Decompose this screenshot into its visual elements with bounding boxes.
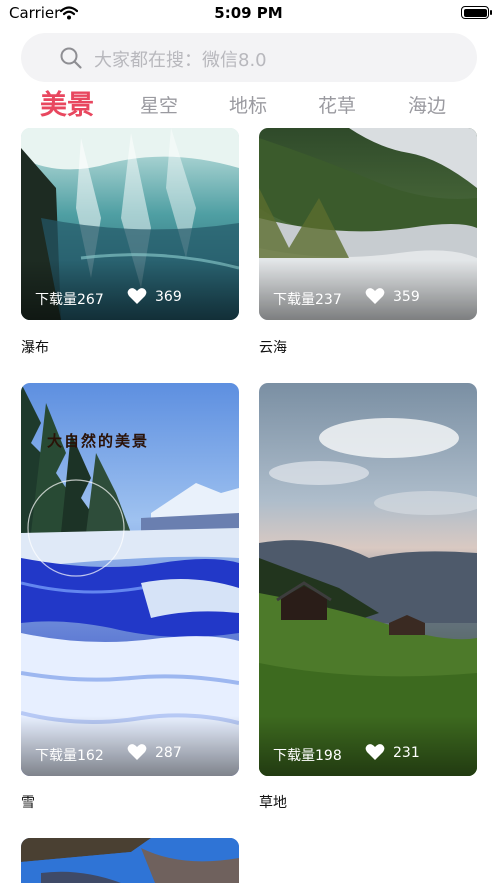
status-bar: Carrier 5:09 PM xyxy=(0,0,497,26)
tab-landmark[interactable]: 地标 xyxy=(229,86,267,128)
tab-starry-sky[interactable]: 星空 xyxy=(140,86,178,128)
download-count: 下载量267 xyxy=(35,292,104,308)
wallpaper-card-waterfall[interactable]: 下载量267 369 xyxy=(21,128,239,320)
wallpaper-title: 雪 xyxy=(21,795,35,811)
search-icon xyxy=(59,46,83,74)
clock: 5:09 PM xyxy=(214,4,283,22)
partial-image xyxy=(21,838,239,883)
like-count: 231 xyxy=(393,745,420,761)
tab-scenery[interactable]: 美景 xyxy=(40,86,94,128)
heart-icon[interactable] xyxy=(127,743,147,761)
download-count: 下载量198 xyxy=(273,748,342,764)
wallpaper-card-grassland[interactable]: 下载量198 231 xyxy=(259,383,477,776)
heart-icon[interactable] xyxy=(365,743,385,761)
image-overlay-text: 大自然的美景 xyxy=(47,432,150,450)
category-tabs: 美景 星空 地标 花草 海边 xyxy=(0,86,497,128)
download-count: 下载量237 xyxy=(273,292,342,308)
heart-icon[interactable] xyxy=(127,287,147,305)
wallpaper-card-partial[interactable] xyxy=(21,838,239,883)
wallpaper-title: 草地 xyxy=(259,795,287,811)
download-count: 下载量162 xyxy=(35,748,104,764)
wallpaper-title: 瀑布 xyxy=(21,340,49,356)
search-input[interactable]: 大家都在搜：微信8.0 xyxy=(21,33,477,82)
search-placeholder: 大家都在搜：微信8.0 xyxy=(94,50,267,71)
tab-flowers[interactable]: 花草 xyxy=(318,86,356,128)
like-count: 359 xyxy=(393,289,420,305)
like-count: 287 xyxy=(155,745,182,761)
wallpaper-title: 云海 xyxy=(259,340,287,356)
wallpaper-card-cloud-sea[interactable]: 下载量237 359 xyxy=(259,128,477,320)
wallpaper-card-snow[interactable]: 大自然的美景 下载量162 287 xyxy=(21,383,239,776)
battery-icon xyxy=(461,6,489,19)
battery-tip xyxy=(490,10,492,15)
wallpaper-feed[interactable]: 下载量267 369 瀑布 下载量237 359 云海 大自然的美景 下载量16… xyxy=(0,128,497,883)
like-count: 369 xyxy=(155,289,182,305)
heart-icon[interactable] xyxy=(365,287,385,305)
tab-seaside[interactable]: 海边 xyxy=(408,86,446,128)
